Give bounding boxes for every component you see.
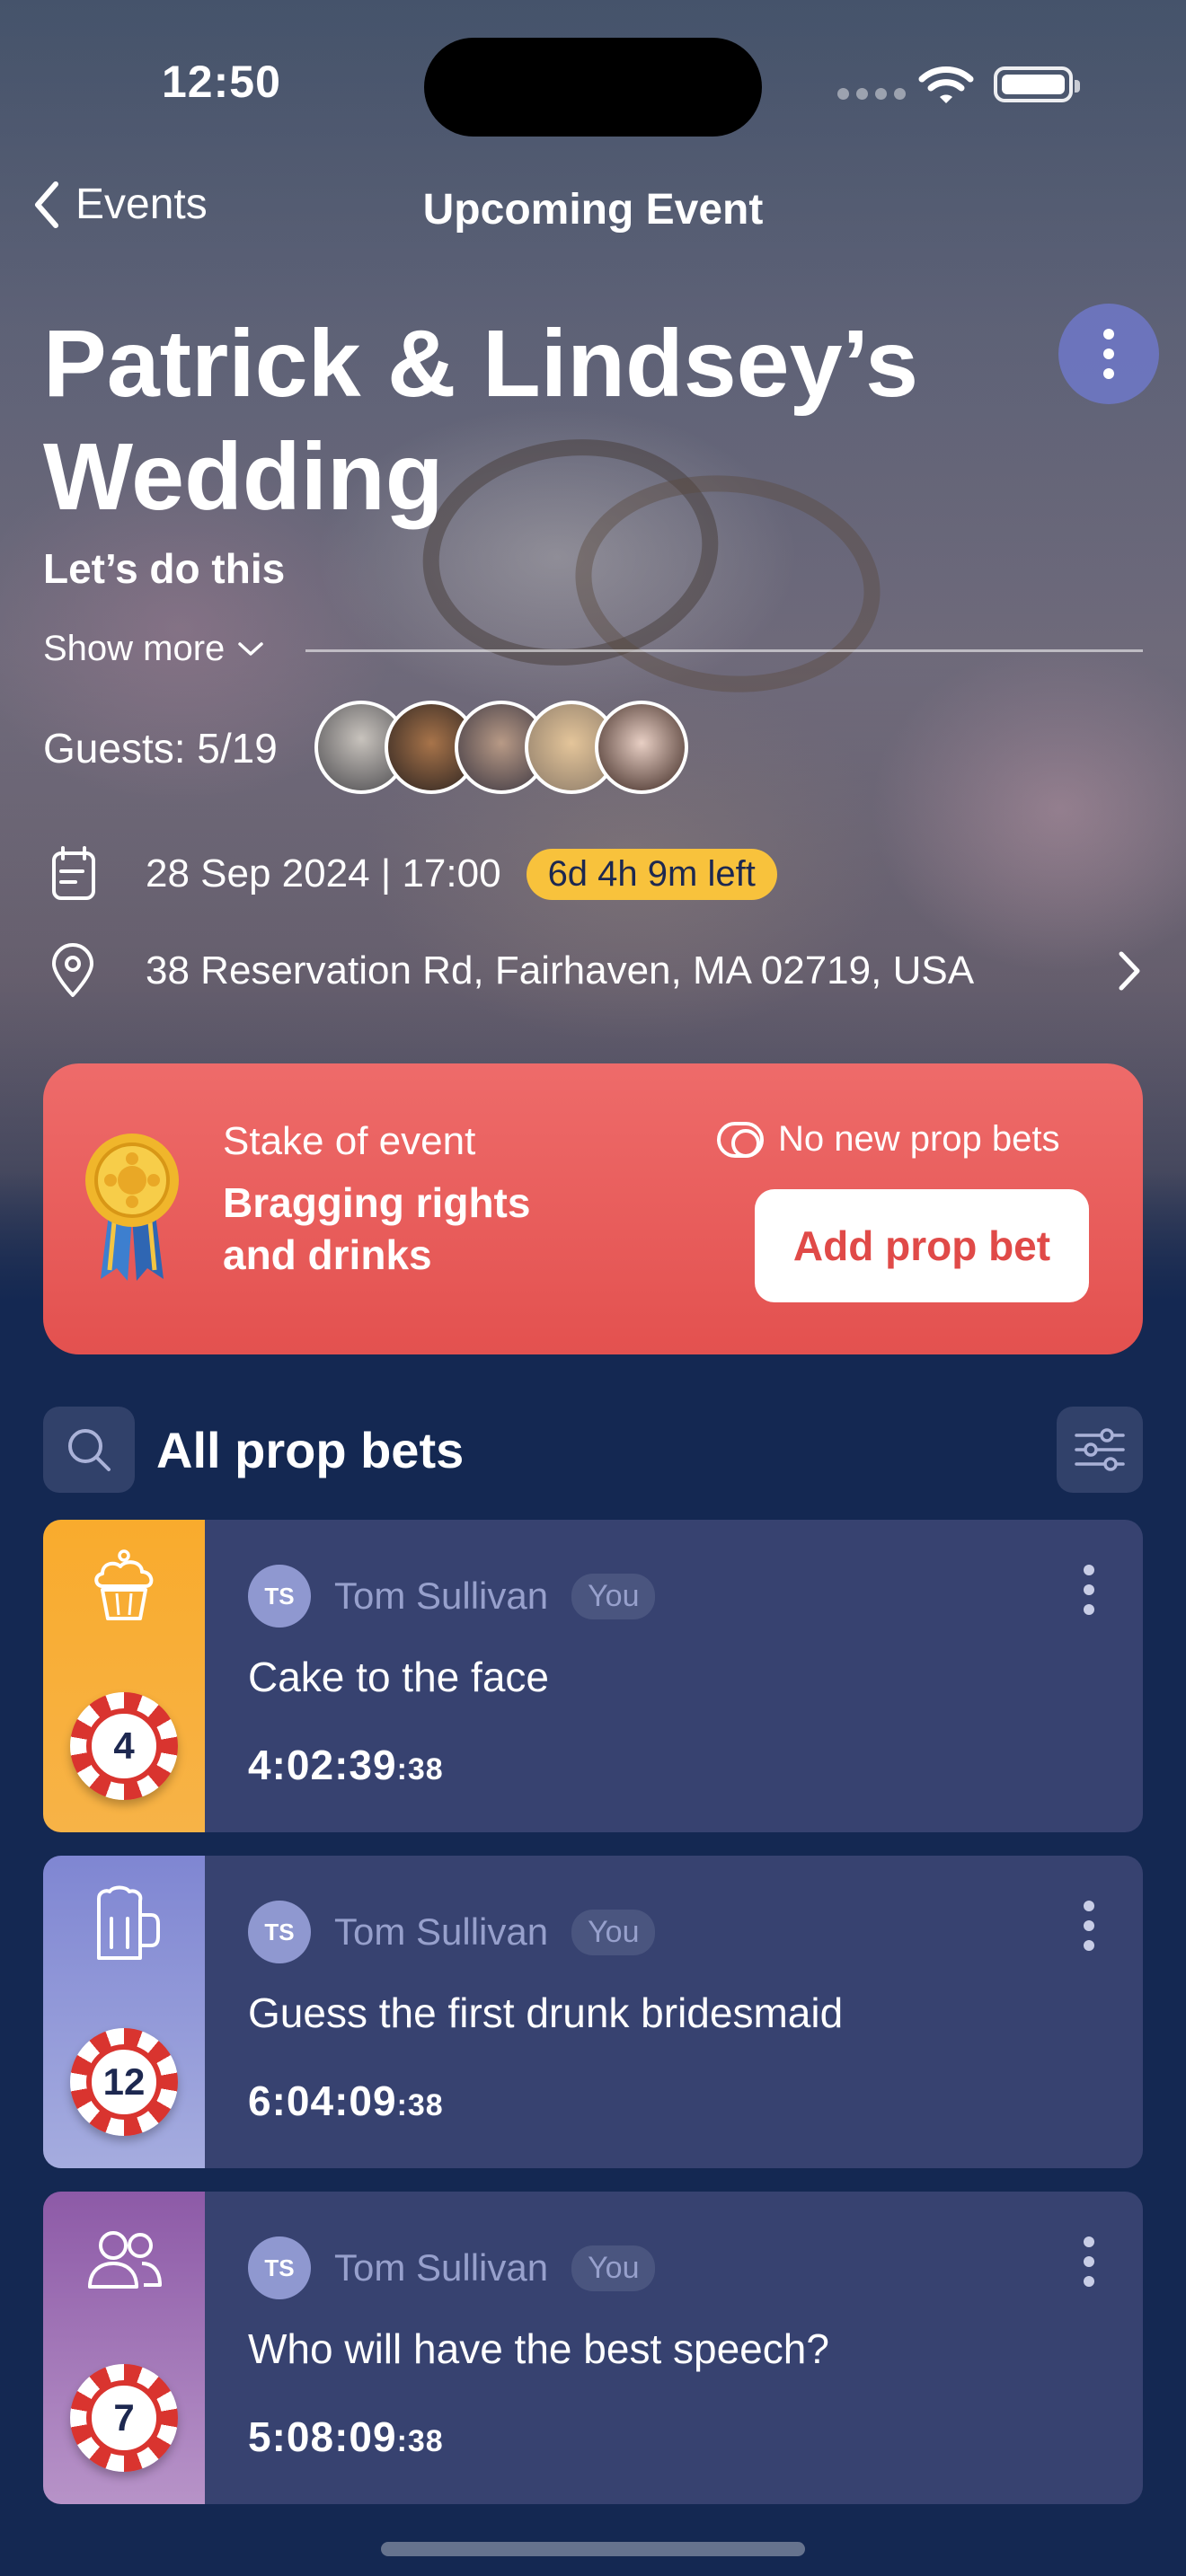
stake-label: Stake of event — [223, 1119, 476, 1163]
author-name: Tom Sullivan — [334, 1910, 549, 1953]
guests-count: Guests: 5/19 — [43, 725, 278, 772]
bet-count-chip: 12 — [70, 2028, 178, 2136]
search-icon — [68, 1429, 111, 1471]
avatar — [595, 701, 688, 794]
bet-category-panel: 7 — [43, 2192, 205, 2504]
back-button[interactable]: Events — [32, 180, 208, 229]
prop-bet-card[interactable]: 4 TS Tom Sullivan You Cake to the face 4… — [43, 1520, 1143, 1832]
bet-more-button[interactable] — [1084, 2236, 1094, 2287]
bet-title: Who will have the best speech? — [248, 2325, 829, 2372]
add-prop-bet-button[interactable]: Add prop bet — [755, 1189, 1089, 1302]
home-indicator — [381, 2542, 805, 2556]
status-time: 12:50 — [162, 57, 281, 107]
back-label: Events — [75, 181, 208, 228]
page-title: Upcoming Event — [422, 186, 764, 234]
bet-count-chip: 7 — [70, 2364, 178, 2472]
calendar-icon — [52, 846, 95, 900]
event-date: 28 Sep 2024 | 17:00 — [146, 851, 501, 895]
show-more-label: Show more — [43, 629, 226, 668]
location-pin-icon — [52, 943, 93, 997]
event-more-button[interactable] — [1058, 304, 1159, 404]
event-title: Patrick & Lindsey’s Wedding — [43, 311, 919, 530]
show-more-toggle[interactable]: Show more — [43, 629, 264, 669]
event-date-row: 28 Sep 2024 | 17:00 6d 4h 9m left — [43, 844, 777, 904]
author-avatar: TS — [248, 1901, 311, 1963]
bet-count-chip: 4 — [70, 1692, 178, 1800]
bet-author: TS Tom Sullivan You — [248, 2236, 656, 2299]
search-button[interactable] — [43, 1407, 135, 1493]
you-badge: You — [571, 2245, 656, 2291]
prop-bet-card[interactable]: 7 TS Tom Sullivan You Who will have the … — [43, 2192, 1143, 2504]
cupcake-icon — [94, 1549, 154, 1620]
you-badge: You — [571, 1909, 656, 1955]
stake-value: Bragging rights and drinks — [223, 1179, 531, 1278]
wifi-icon — [918, 65, 974, 110]
event-subtitle: Let’s do this — [43, 545, 286, 592]
medal-icon — [83, 1126, 181, 1289]
dynamic-island — [424, 38, 762, 137]
guest-avatars[interactable] — [314, 701, 688, 794]
countdown-badge: 6d 4h 9m left — [526, 848, 777, 900]
event-location: 38 Reservation Rd, Fairhaven, MA 02719, … — [146, 948, 975, 992]
cellular-signal-icon — [837, 88, 906, 100]
battery-icon — [994, 66, 1080, 102]
no-new-bets-toggle[interactable]: No new prop bets — [717, 1119, 1060, 1160]
bet-timer: 4:02:39:38 — [248, 1742, 444, 1788]
bet-category-panel: 4 — [43, 1520, 205, 1832]
author-avatar: TS — [248, 1565, 311, 1628]
author-name: Tom Sullivan — [334, 2246, 549, 2289]
chevron-right-icon — [1119, 951, 1140, 991]
bet-count: 4 — [86, 1708, 162, 1784]
bet-title: Guess the first drunk bridesmaid — [248, 1989, 844, 2036]
bet-author: TS Tom Sullivan You — [248, 1901, 656, 1963]
bet-count: 12 — [86, 2044, 162, 2120]
filter-button[interactable] — [1057, 1407, 1143, 1493]
toggle-label: No new prop bets — [778, 1119, 1060, 1159]
bet-timer: 5:08:09:38 — [248, 2413, 444, 2460]
bet-more-button[interactable] — [1084, 1565, 1094, 1615]
prop-bet-card[interactable]: 12 TS Tom Sullivan You Guess the first d… — [43, 1856, 1143, 2168]
chevron-down-icon — [238, 641, 264, 656]
event-location-row[interactable]: 38 Reservation Rd, Fairhaven, MA 02719, … — [43, 941, 1143, 1001]
divider — [305, 649, 1143, 652]
beer-mug-icon — [97, 1885, 160, 1960]
section-title: All prop bets — [156, 1422, 465, 1478]
bet-count: 7 — [86, 2380, 162, 2456]
bet-author: TS Tom Sullivan You — [248, 1565, 656, 1628]
author-name: Tom Sullivan — [334, 1575, 549, 1617]
bet-more-button[interactable] — [1084, 1901, 1094, 1951]
author-avatar: TS — [248, 2236, 311, 2299]
toggle-icon — [717, 1121, 764, 1158]
chevron-left-icon — [35, 181, 58, 228]
people-icon — [88, 2231, 162, 2289]
sliders-icon — [1075, 1428, 1125, 1471]
bet-title: Cake to the face — [248, 1654, 549, 1700]
bet-category-panel: 12 — [43, 1856, 205, 2168]
bet-timer: 6:04:09:38 — [248, 2078, 444, 2124]
you-badge: You — [571, 1573, 656, 1619]
